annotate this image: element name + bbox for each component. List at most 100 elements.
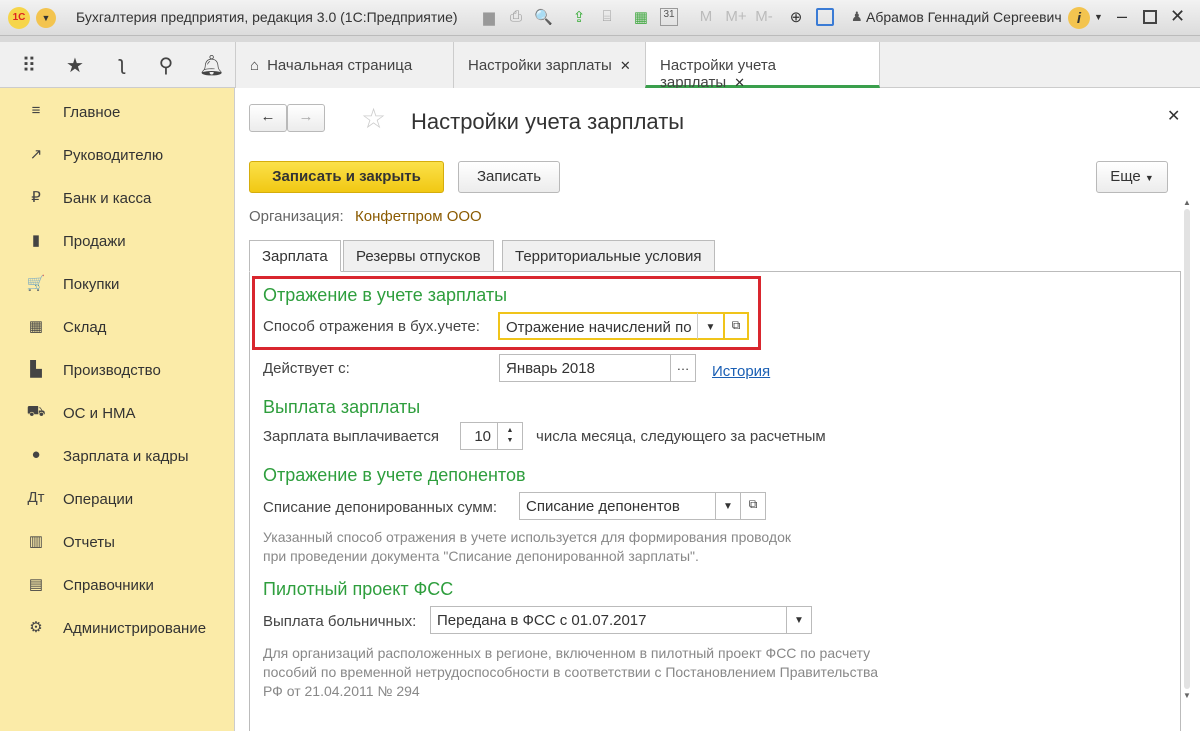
- close-tab-icon[interactable]: ✕: [620, 58, 631, 73]
- maximize-button[interactable]: [1143, 10, 1157, 24]
- upload-icon[interactable]: ⇪: [570, 8, 588, 26]
- calculator-icon[interactable]: ▦: [632, 8, 650, 26]
- tab-salary-settings[interactable]: Настройки зарплаты ✕: [453, 42, 645, 88]
- sidebar-item[interactable]: Дт Операции: [0, 479, 235, 519]
- memory-plus-button[interactable]: M+: [722, 8, 750, 26]
- save-icon[interactable]: ▆: [480, 8, 498, 26]
- sidebar-item[interactable]: ▥ Отчеты: [0, 522, 235, 562]
- user-icon: ♟: [851, 9, 863, 24]
- payment-day-label: Зарплата выплачивается: [263, 428, 439, 445]
- payment-day-field[interactable]: 10: [460, 422, 498, 450]
- sidebar-item[interactable]: ▮ Продажи: [0, 221, 235, 261]
- panel-icon[interactable]: [816, 8, 834, 26]
- tab-salary-accounting-settings[interactable]: Настройки учета зарплаты ✕: [645, 42, 880, 91]
- favorite-star-icon[interactable]: ☆: [361, 102, 386, 135]
- zoom-icon[interactable]: ⊕: [787, 8, 805, 26]
- select-period-button[interactable]: …: [670, 354, 696, 382]
- sidebar-item-label: Операции: [63, 491, 134, 508]
- sidebar-item-label: Руководителю: [63, 147, 164, 164]
- sidebar: ≡ Главное ↗ Руководителю ₽ Банк и касса ▮ Прода…: [0, 88, 235, 731]
- open-icon[interactable]: ⧉: [740, 492, 766, 520]
- sidebar-item-label: Продажи: [63, 233, 126, 250]
- user-name[interactable]: Абрамов Геннадий Сергеевич: [866, 9, 1062, 25]
- dropdown-icon[interactable]: ▼: [1094, 12, 1103, 22]
- sidebar-item[interactable]: ▦ Склад: [0, 307, 235, 347]
- deponent-writeoff-dropdown[interactable]: ▼: [715, 492, 741, 520]
- tab-home[interactable]: ⌂ Начальная страница: [235, 42, 453, 88]
- deponent-note-2: при проведении документа "Списание депон…: [263, 548, 699, 564]
- tab-salary[interactable]: Зарплата: [249, 240, 341, 272]
- tab-vacation-reserves[interactable]: Резервы отпусков: [343, 240, 494, 272]
- main-menu-button[interactable]: ▼: [36, 8, 56, 28]
- print-icon[interactable]: ⎙: [507, 8, 525, 26]
- section-icon: ●: [31, 446, 41, 463]
- history-icon[interactable]: ʅ: [110, 53, 134, 76]
- more-button[interactable]: Еще ▼: [1096, 161, 1168, 193]
- forward-button[interactable]: →: [287, 104, 325, 132]
- page-title: Настройки учета зарплаты: [411, 109, 685, 134]
- sidebar-item-label: Администрирование: [63, 620, 207, 637]
- active-from-label: Действует с:: [263, 360, 350, 377]
- active-from-field[interactable]: Январь 2018: [499, 354, 671, 382]
- deponent-writeoff-field[interactable]: Списание депонентов: [519, 492, 716, 520]
- apps-grid-icon[interactable]: ⠿: [17, 53, 41, 78]
- sidebar-item-label: ОС и НМА: [63, 405, 136, 422]
- bell-icon[interactable]: 🔔︎: [199, 53, 224, 78]
- memory-m-button[interactable]: M: [697, 8, 715, 26]
- save-and-close-button[interactable]: Записать и закрыть: [249, 161, 444, 193]
- close-form-button[interactable]: ✕: [1167, 106, 1180, 126]
- sidebar-item[interactable]: ● Зарплата и кадры: [0, 436, 235, 476]
- sick-pay-dropdown[interactable]: ▼: [786, 606, 812, 634]
- scrollbar-thumb[interactable]: [1184, 209, 1190, 689]
- scroll-down-icon[interactable]: ▼: [1181, 691, 1193, 700]
- accounting-method-field[interactable]: Отражение начислений по: [498, 312, 698, 340]
- sidebar-item[interactable]: ▤ Справочники: [0, 565, 235, 605]
- section-icon: ⚙: [29, 619, 43, 636]
- title-bar: 1С ▼ Бухгалтерия предприятия, редакция 3…: [0, 0, 1200, 36]
- section-title-fss-pilot: Пилотный проект ФСС: [263, 579, 454, 599]
- back-button[interactable]: ←: [249, 104, 287, 132]
- preview-icon[interactable]: 🔍: [534, 8, 553, 26]
- compare-icon[interactable]: ⌸: [598, 8, 616, 26]
- sidebar-item-label: Отчеты: [63, 534, 115, 551]
- open-icon[interactable]: ⧉: [723, 312, 749, 340]
- sidebar-item[interactable]: ⛟ ОС и НМА: [0, 393, 235, 433]
- sick-pay-label: Выплата больничных:: [263, 613, 417, 630]
- tab-territorial-conditions[interactable]: Территориальные условия: [502, 240, 715, 272]
- sidebar-item[interactable]: ≡ Главное: [0, 92, 235, 132]
- sidebar-item[interactable]: ₽ Банк и касса: [0, 178, 235, 218]
- sidebar-item-label: Главное: [63, 104, 121, 121]
- memory-minus-button[interactable]: M-: [752, 8, 776, 26]
- info-icon[interactable]: i: [1068, 7, 1090, 29]
- sidebar-item[interactable]: ▙ Производство: [0, 350, 235, 390]
- fss-note-1: Для организаций расположенных в регионе,…: [263, 645, 871, 661]
- section-title-deponents: Отражение в учете депонентов: [263, 465, 526, 485]
- sidebar-item-label: Справочники: [63, 577, 154, 594]
- sidebar-item-label: Банк и касса: [63, 190, 152, 207]
- save-button[interactable]: Записать: [458, 161, 560, 193]
- scroll-up-icon[interactable]: ▲: [1181, 198, 1193, 207]
- sidebar-item[interactable]: 🛒 Покупки: [0, 264, 235, 304]
- favorites-star-icon[interactable]: ★: [63, 53, 87, 78]
- scrollbar[interactable]: ▲ ▼: [1181, 198, 1193, 718]
- sidebar-item-label: Зарплата и кадры: [63, 448, 189, 465]
- form-area: ← → ☆ Настройки учета зарплаты ✕ Записат…: [235, 88, 1200, 731]
- section-icon: ▤: [28, 576, 44, 593]
- history-link[interactable]: История: [712, 363, 770, 380]
- payment-day-suffix: числа месяца, следующего за расчетным: [536, 428, 826, 445]
- calendar-icon[interactable]: 31: [660, 8, 678, 26]
- search-icon[interactable]: ⚲: [154, 53, 178, 78]
- fss-note-3: РФ от 21.04.2011 № 294: [263, 683, 420, 699]
- sidebar-item[interactable]: ⚙ Администрирование: [0, 608, 235, 648]
- section-icon: ⛟: [26, 403, 46, 420]
- payment-day-stepper[interactable]: ▲ ▼: [497, 422, 523, 450]
- accounting-method-dropdown[interactable]: ▼: [697, 312, 723, 340]
- org-value[interactable]: Конфетпром ООО: [355, 208, 482, 225]
- minimize-button[interactable]: –: [1117, 6, 1127, 27]
- sick-pay-field[interactable]: Передана в ФСС с 01.07.2017: [430, 606, 787, 634]
- sidebar-item-label: Производство: [63, 362, 161, 379]
- accounting-method-label: Способ отражения в бух.учете:: [263, 318, 480, 335]
- deponent-note-1: Указанный способ отражения в учете испол…: [263, 529, 791, 545]
- sidebar-item[interactable]: ↗ Руководителю: [0, 135, 235, 175]
- close-window-button[interactable]: ✕: [1170, 6, 1185, 27]
